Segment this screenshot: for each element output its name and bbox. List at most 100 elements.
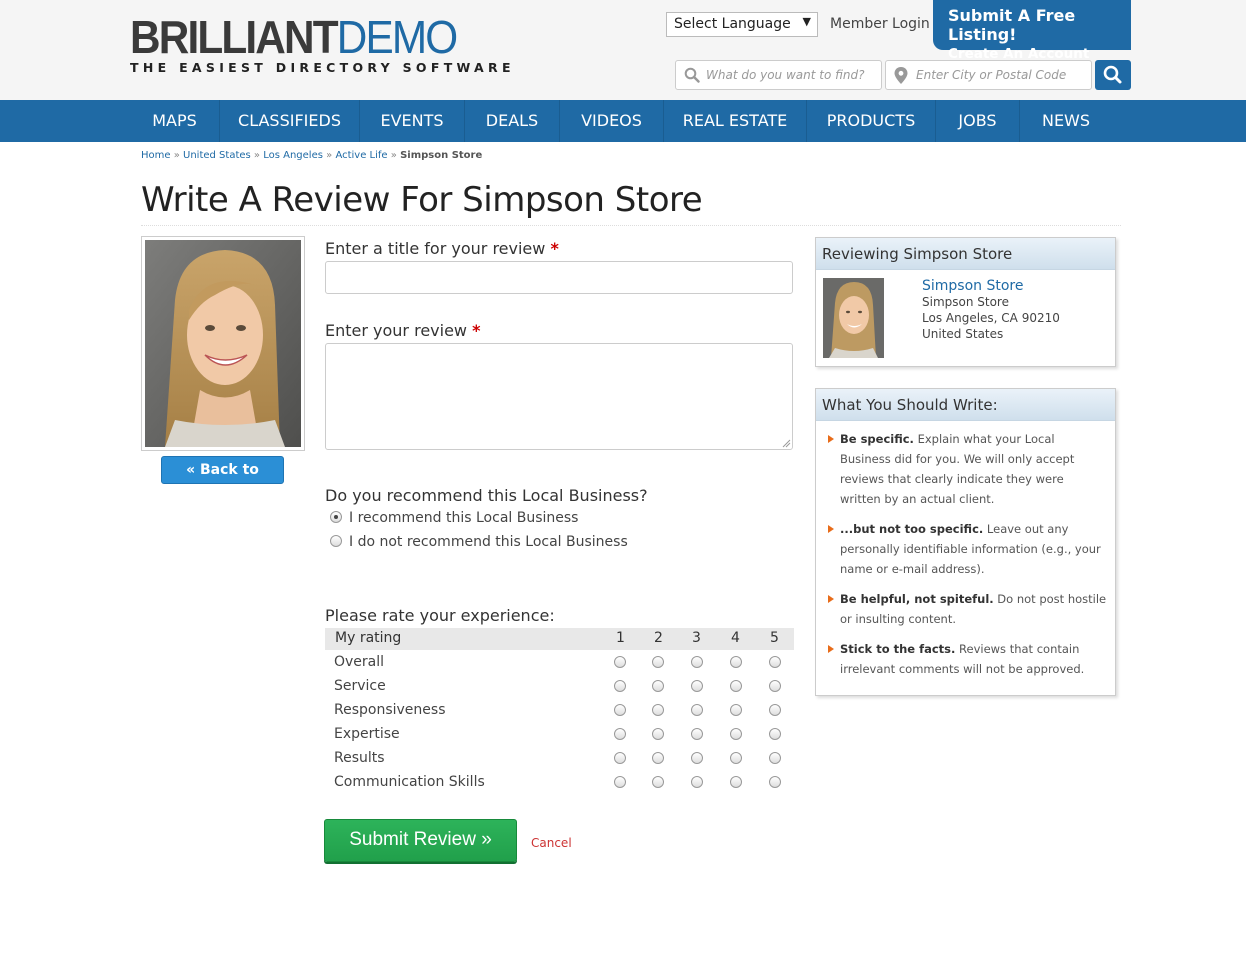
rating-radio[interactable] (614, 656, 626, 668)
rating-row-overall: Overall (334, 654, 794, 678)
rating-table-header: My rating 1 2 3 4 5 (325, 628, 794, 650)
main-nav: MAPS CLASSIFIEDS EVENTS DEALS VIDEOS REA… (0, 100, 1246, 142)
review-title-input[interactable] (325, 261, 793, 294)
rating-radio[interactable] (614, 680, 626, 692)
rating-radio[interactable] (652, 776, 664, 788)
portrait-image (145, 240, 301, 447)
nav-item-deals[interactable]: DEALS (465, 100, 560, 142)
recommend-yes-option[interactable]: I recommend this Local Business (330, 510, 578, 526)
rating-radio[interactable] (730, 752, 742, 764)
rating-radio[interactable] (652, 728, 664, 740)
rating-radio[interactable] (691, 728, 703, 740)
title-divider (141, 225, 1121, 226)
back-to-listing-button[interactable]: « Back to listing (161, 456, 284, 504)
listing-thumbnail[interactable] (823, 278, 884, 358)
nav-item-maps[interactable]: MAPS (130, 100, 220, 142)
rating-radio[interactable] (652, 704, 664, 716)
rating-row-label: Overall (334, 654, 385, 670)
site-header: BRILLIANTDEMO THE EASIEST DIRECTORY SOFT… (0, 0, 1246, 100)
breadcrumb-united-states[interactable]: United States (183, 150, 251, 161)
dropdown-arrow-icon: ▼ (802, 15, 811, 28)
rating-radio[interactable] (769, 728, 781, 740)
nav-item-events[interactable]: EVENTS (360, 100, 465, 142)
nav-item-products[interactable]: PRODUCTS (807, 100, 936, 142)
nav-item-news[interactable]: NEWS (1020, 100, 1112, 142)
logo-text-demo: DEMO (336, 11, 458, 63)
required-mark: * (550, 239, 559, 258)
search-input[interactable]: What do you want to find? (675, 60, 882, 90)
recommend-no-option[interactable]: I do not recommend this Local Business (330, 534, 628, 550)
rating-row-communication-skills: Communication Skills (334, 774, 794, 798)
rating-radio[interactable] (730, 704, 742, 716)
rating-radio[interactable] (652, 656, 664, 668)
business-photo (141, 236, 305, 451)
location-input[interactable]: Enter City or Postal Code (885, 60, 1092, 90)
breadcrumb-los-angeles[interactable]: Los Angeles (263, 150, 323, 161)
rating-scale-2: 2 (654, 630, 663, 646)
listing-name-link[interactable]: Simpson Store (922, 278, 1024, 294)
nav-item-classifieds[interactable]: CLASSIFIEDS (220, 100, 360, 142)
breadcrumb-current: Simpson Store (400, 150, 483, 161)
required-mark: * (472, 321, 481, 340)
rating-radio[interactable] (769, 776, 781, 788)
rating-radio[interactable] (614, 704, 626, 716)
rating-radio[interactable] (691, 680, 703, 692)
tip-item: Be specific. Explain what your Local Bus… (826, 429, 1108, 509)
rating-radio[interactable] (730, 776, 742, 788)
breadcrumb-home[interactable]: Home (141, 150, 171, 161)
submit-review-button[interactable]: Submit Review » (324, 819, 517, 862)
rating-row-responsiveness: Responsiveness (334, 702, 794, 726)
rating-radio[interactable] (614, 776, 626, 788)
rating-radio[interactable] (691, 704, 703, 716)
bullet-arrow-icon (828, 645, 834, 653)
site-logo[interactable]: BRILLIANTDEMO THE EASIEST DIRECTORY SOFT… (130, 12, 515, 75)
rating-row-label: Communication Skills (334, 774, 485, 790)
rating-radio[interactable] (769, 656, 781, 668)
nav-item-real-estate[interactable]: REAL ESTATE (664, 100, 807, 142)
cancel-link[interactable]: Cancel (531, 836, 572, 850)
member-login-link[interactable]: Member Login (830, 16, 930, 32)
rating-radio[interactable] (730, 680, 742, 692)
rating-radio[interactable] (730, 728, 742, 740)
rating-radio[interactable] (691, 776, 703, 788)
nav-item-videos[interactable]: VIDEOS (560, 100, 664, 142)
rating-radio[interactable] (691, 752, 703, 764)
language-select[interactable]: Select Language ▼ (666, 12, 818, 37)
rating-radio[interactable] (769, 752, 781, 764)
rating-radio[interactable] (652, 680, 664, 692)
breadcrumb-active-life[interactable]: Active Life (335, 150, 387, 161)
submit-listing-title: Submit A Free Listing! (948, 6, 1076, 44)
review-textarea[interactable] (325, 343, 793, 450)
rating-row-label: Responsiveness (334, 702, 446, 718)
language-select-value: Select Language (674, 16, 791, 32)
tip-item: Be helpful, not spiteful. Do not post ho… (826, 589, 1108, 629)
tip-item: ...but not too specific. Leave out any p… (826, 519, 1108, 579)
logo-text-brilliant: BRILLIANT (130, 11, 339, 63)
recommend-no-radio[interactable] (330, 535, 342, 547)
review-field-label: Enter your review * (325, 321, 480, 340)
rating-radio[interactable] (691, 656, 703, 668)
listing-address-city: Los Angeles, CA 90210 (922, 311, 1060, 325)
rating-radio[interactable] (614, 752, 626, 764)
page-title: Write A Review For Simpson Store (141, 180, 703, 220)
bullet-arrow-icon (828, 435, 834, 443)
rating-radio[interactable] (769, 704, 781, 716)
rating-scale-4: 4 (731, 630, 740, 646)
recommend-yes-label: I recommend this Local Business (349, 510, 579, 526)
tip-bold: ...but not too specific. (840, 522, 984, 536)
search-button[interactable] (1095, 60, 1131, 90)
writing-tips-heading: What You Should Write: (816, 389, 1115, 421)
tip-item: Stick to the facts. Reviews that contain… (826, 639, 1108, 679)
rating-row-results: Results (334, 750, 794, 774)
submit-listing-button[interactable]: Submit A Free Listing! Create An Account… (933, 0, 1131, 78)
rating-radio[interactable] (652, 752, 664, 764)
recommend-yes-radio[interactable] (330, 511, 342, 523)
writing-tips-box: What You Should Write: Be specific. Expl… (815, 388, 1116, 696)
rating-scale-3: 3 (692, 630, 701, 646)
rating-radio[interactable] (614, 728, 626, 740)
title-field-label-text: Enter a title for your review (325, 239, 546, 258)
rating-header-label: My rating (335, 630, 402, 646)
nav-item-jobs[interactable]: JOBS (936, 100, 1020, 142)
rating-radio[interactable] (769, 680, 781, 692)
rating-radio[interactable] (730, 656, 742, 668)
